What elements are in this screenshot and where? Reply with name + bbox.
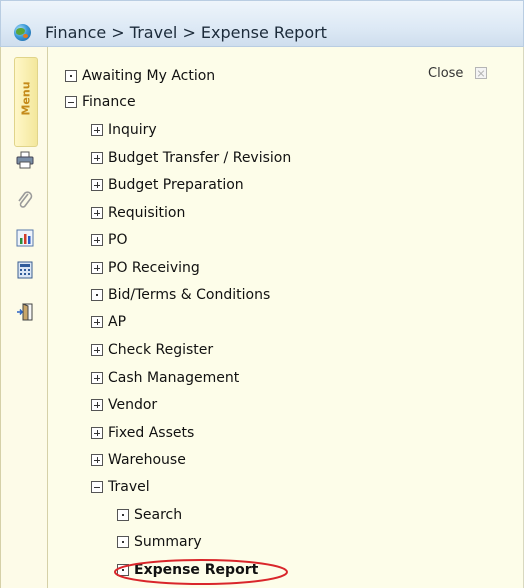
- calculator-icon[interactable]: [16, 261, 34, 279]
- expand-icon[interactable]: [91, 427, 103, 439]
- menu-tab-label: Menu: [19, 81, 33, 116]
- highlight-ellipse: [114, 559, 288, 585]
- expand-icon[interactable]: [91, 124, 103, 136]
- paperclip-icon[interactable]: [16, 191, 34, 209]
- close-icon[interactable]: [475, 67, 487, 79]
- expand-icon[interactable]: [91, 316, 103, 328]
- leaf-node-icon: [117, 509, 129, 521]
- collapse-icon[interactable]: [65, 96, 77, 108]
- tree-item-label: PO Receiving: [108, 260, 200, 276]
- printer-icon[interactable]: [16, 151, 34, 169]
- tree-item-label: Cash Management: [108, 370, 240, 386]
- expand-icon[interactable]: [91, 372, 103, 384]
- expand-icon[interactable]: [91, 262, 103, 274]
- tree-item-label: Check Register: [108, 342, 214, 358]
- expand-icon[interactable]: [91, 399, 103, 411]
- tree-item-label: Requisition: [108, 205, 186, 221]
- tree-item-label: Fixed Assets: [108, 425, 195, 441]
- expand-icon[interactable]: [91, 152, 103, 164]
- expand-icon[interactable]: [91, 344, 103, 356]
- tree-item-label: Budget Transfer / Revision: [108, 150, 292, 166]
- collapse-icon[interactable]: [91, 481, 103, 493]
- exit-door-icon[interactable]: [16, 303, 34, 321]
- expand-icon[interactable]: [91, 179, 103, 191]
- close-label[interactable]: Close: [428, 66, 463, 81]
- tree-item-label: Summary: [134, 534, 202, 550]
- expand-icon[interactable]: [91, 454, 103, 466]
- tree-item-label: Finance: [82, 94, 136, 110]
- chart-icon[interactable]: [16, 229, 34, 247]
- tree-item-label: Vendor: [108, 397, 158, 413]
- menu-tab[interactable]: Menu: [14, 57, 38, 147]
- tree-item-label: Bid/Terms & Conditions: [108, 287, 271, 303]
- leaf-node-icon: [117, 536, 129, 548]
- leaf-node-icon: [65, 70, 77, 82]
- tree-item-label: Warehouse: [108, 452, 186, 468]
- sidebar: Menu: [0, 47, 48, 588]
- title-bar: Finance > Travel > Expense Report: [0, 0, 524, 47]
- tree-item-label: PO: [108, 232, 128, 248]
- tree-item-label: Awaiting My Action: [82, 68, 216, 84]
- tree-item-label: Inquiry: [108, 122, 157, 138]
- breadcrumb: Finance > Travel > Expense Report: [45, 23, 327, 42]
- tree-item-label: Search: [134, 507, 183, 523]
- tree-item-label: Travel: [108, 479, 150, 495]
- globe-icon: [14, 24, 31, 41]
- leaf-node-icon: [91, 289, 103, 301]
- tree-item-label: Budget Preparation: [108, 177, 244, 193]
- expand-icon[interactable]: [91, 207, 103, 219]
- expand-icon[interactable]: [91, 234, 103, 246]
- tree-item-label: AP: [108, 314, 127, 330]
